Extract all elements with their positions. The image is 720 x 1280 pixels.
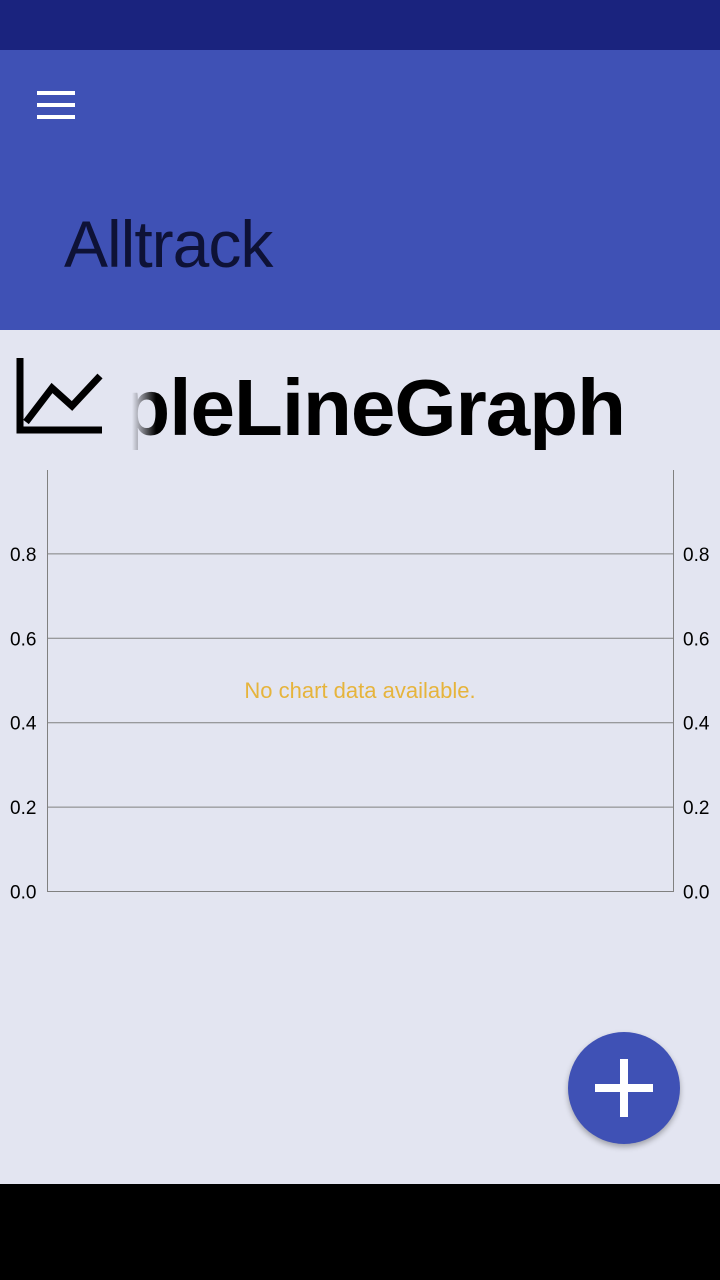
left-tick-label: 0.4: [10, 714, 37, 735]
main-content: SimpleLineGraph 0.00.20.40.60.8 0.00.20.…: [0, 330, 720, 1184]
right-tick-label: 0.6: [683, 629, 709, 650]
left-tick-label: 0.6: [10, 629, 36, 650]
status-bar: [0, 0, 720, 50]
right-tick-label: 0.2: [683, 798, 709, 819]
line-graph-icon: [16, 358, 103, 434]
app-title: Alltrack: [64, 207, 273, 281]
left-axis-ticks: 0.0 0.2 0.4 0.6 0.8: [10, 545, 37, 900]
right-axis-ticks: 0.0 0.2 0.4 0.6 0.8: [683, 545, 710, 900]
left-tick-label: 0.8: [10, 545, 36, 566]
left-tick-label: 0.0: [10, 883, 36, 901]
plus-icon: [595, 1059, 653, 1117]
left-tick-label: 0.2: [10, 798, 36, 819]
chart-grid: [47, 553, 674, 892]
graph-title: SimpleLineGraph: [132, 363, 626, 450]
right-tick-label: 0.0: [683, 883, 709, 901]
hamburger-menu-icon: [37, 91, 75, 119]
line-chart: 0.0 0.2 0.4 0.6 0.8 0.0 0.2 0.4 0.6 0.8 No chart…: [10, 470, 710, 900]
right-tick-label: 0.8: [683, 545, 709, 566]
graph-title-container: SimpleLineGraph: [132, 354, 720, 450]
add-button[interactable]: [568, 1032, 680, 1144]
right-tick-label: 0.4: [683, 714, 710, 735]
empty-chart-message: No chart data available.: [244, 678, 475, 703]
graph-header[interactable]: SimpleLineGraph: [0, 342, 720, 452]
graph-title-fade: [132, 354, 156, 450]
app-bar: Alltrack: [0, 50, 720, 330]
menu-button[interactable]: [26, 80, 86, 130]
navigation-bar: [0, 1184, 720, 1280]
